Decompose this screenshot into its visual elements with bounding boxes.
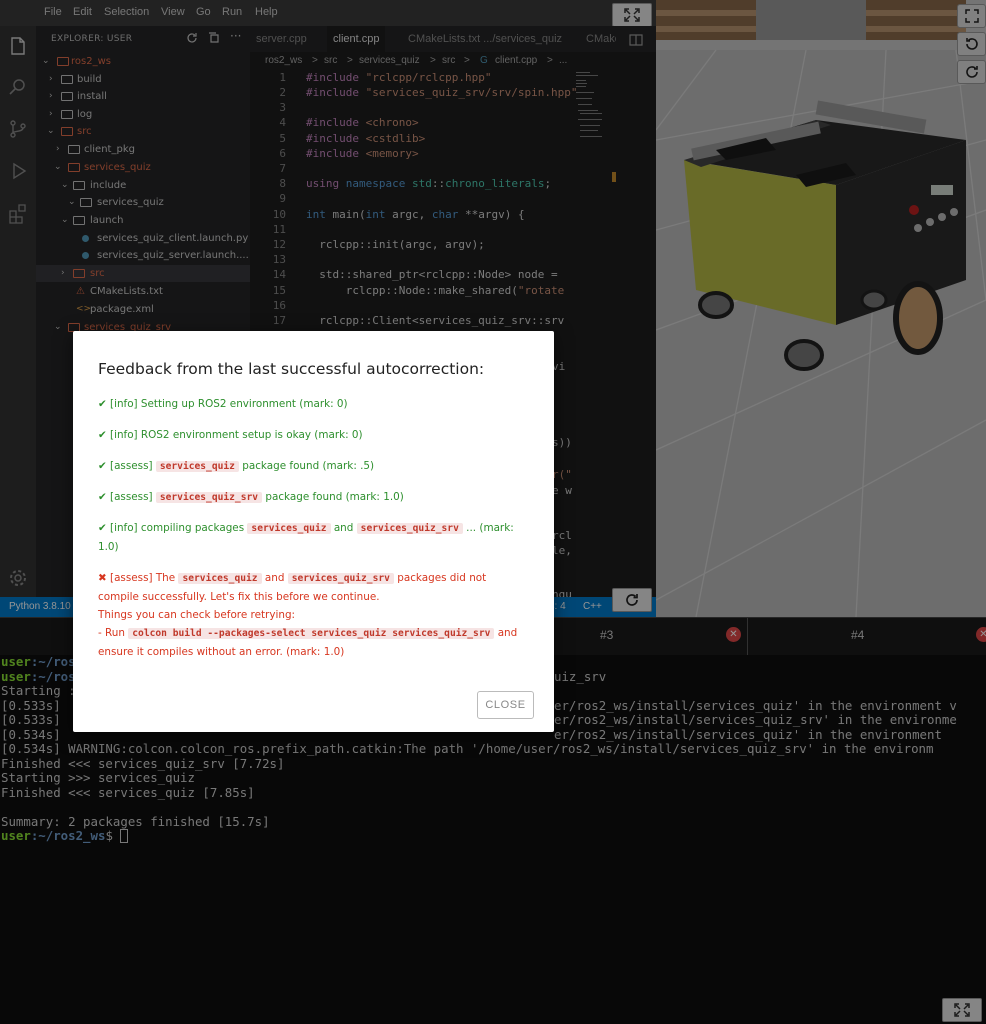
code-tag: services_quiz — [178, 573, 262, 584]
feedback-dialog: Feedback from the last successful autoco… — [73, 331, 554, 732]
code-tag: services_quiz — [155, 461, 239, 472]
code-tag: services_quiz_srv — [356, 523, 463, 534]
feedback-item-ok: ✔ [assess] services_quiz_srv package fou… — [98, 491, 404, 503]
dialog-title: Feedback from the last successful autoco… — [98, 360, 485, 378]
feedback-item-ok: ✔ [info] compiling packages services_qui… — [98, 522, 514, 553]
feedback-item-ok: ✔ [info] Setting up ROS2 environment (ma… — [98, 398, 348, 410]
code-tag: services_quiz_srv — [155, 492, 263, 503]
code-tag: services_quiz — [247, 523, 331, 534]
feedback-item-ok: ✔ [assess] services_quiz package found (… — [98, 460, 375, 472]
feedback-item-error: ✖ [assess] The services_quiz and service… — [98, 572, 518, 658]
code-tag: services_quiz_srv — [287, 573, 394, 584]
feedback-item-ok: ✔ [info] ROS2 environment setup is okay … — [98, 429, 363, 441]
code-tag: colcon build --packages-select services_… — [128, 628, 495, 639]
close-button[interactable]: CLOSE — [477, 691, 534, 719]
